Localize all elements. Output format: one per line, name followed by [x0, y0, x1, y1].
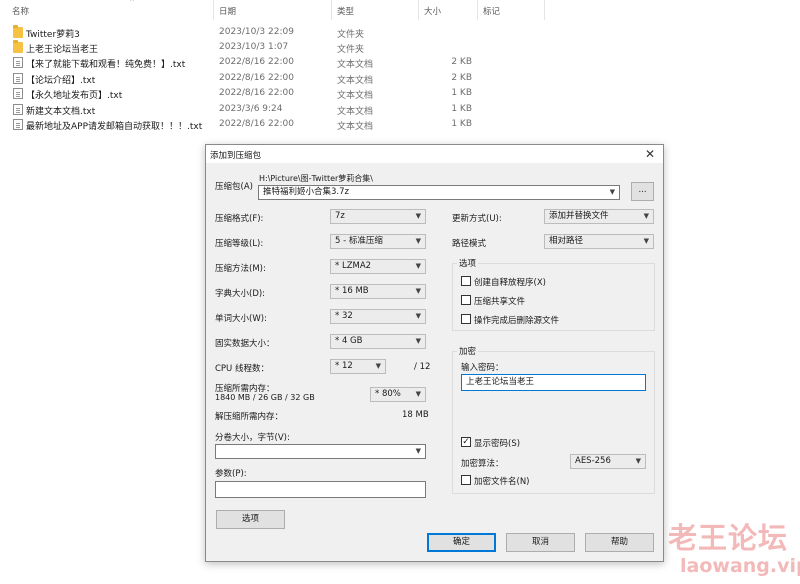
help-button[interactable]: 帮助 — [585, 533, 654, 552]
folder-icon — [13, 40, 23, 53]
dialog-titlebar[interactable]: 添加到压缩包 ✕ — [206, 145, 663, 163]
chevron-down-icon: ▼ — [415, 237, 421, 245]
mem-detail: 1840 MB / 26 GB / 32 GB — [215, 393, 315, 402]
dialog-title: 添加到压缩包 — [210, 151, 262, 161]
column-date[interactable]: 日期 — [219, 5, 236, 17]
pathmode-select[interactable]: 相对路径 ▼ — [544, 234, 654, 249]
update-select[interactable]: 添加并替换文件 ▼ — [544, 209, 654, 224]
word-select[interactable]: * 32 ▼ — [330, 309, 426, 324]
archive-path: H:\Picture\图-Twitter萝莉合集\ — [259, 174, 374, 183]
chevron-down-icon: ▼ — [415, 212, 421, 220]
show-password-checkbox[interactable]: ✓ — [461, 437, 471, 447]
shared-checkbox[interactable] — [461, 295, 471, 305]
password-label: 输入密码： — [461, 363, 504, 373]
watermark-text-en: laowang.vip — [680, 555, 800, 577]
cancel-button[interactable]: 取消 — [506, 533, 575, 552]
text-file-icon — [13, 88, 23, 99]
list-item[interactable]: 【永久地址发布页】.txt 2022/8/16 22:00 文本文档 1 KB — [0, 86, 545, 101]
solid-select[interactable]: * 4 GB ▼ — [330, 334, 426, 349]
archive-name-combo[interactable]: 推特福利姬小合集3.7z ▼ — [258, 185, 620, 200]
password-input[interactable]: 上老王论坛当老王 — [461, 374, 646, 391]
format-select[interactable]: 7z ▼ — [330, 209, 426, 224]
list-item[interactable]: 【来了就能下载和观看！纯免费！】.txt 2022/8/16 22:00 文本文… — [0, 55, 545, 70]
text-file-icon — [13, 104, 23, 115]
column-name[interactable]: 名称 — [12, 5, 29, 17]
encryption-group-title: 加密 — [457, 345, 479, 357]
archive-label: 压缩包(A) — [215, 182, 253, 192]
enc-method-select[interactable]: AES-256 ▼ — [570, 454, 646, 469]
chevron-down-icon: ▼ — [375, 362, 381, 370]
list-item[interactable]: 【论坛介绍】.txt 2022/8/16 22:00 文本文档 2 KB — [0, 71, 545, 86]
chevron-down-icon: ▼ — [415, 337, 421, 345]
chevron-down-icon: ▼ — [635, 457, 641, 465]
split-size-combo[interactable]: ▼ — [215, 444, 426, 459]
column-tags[interactable]: 标记 — [483, 5, 500, 17]
text-file-icon — [13, 57, 23, 68]
encrypt-names-label: 加密文件名(N) — [474, 477, 530, 487]
update-label: 更新方式(U): — [452, 214, 502, 224]
format-label: 压缩格式(F): — [215, 214, 264, 224]
list-item[interactable]: 新建文本文档.txt 2023/3/6 9:24 文本文档 1 KB — [0, 102, 545, 117]
list-item[interactable]: 最新地址及APP请发邮箱自动获取！！！.txt 2022/8/16 22:00 … — [0, 117, 545, 132]
delete-after-label: 操作完成后删除源文件 — [474, 316, 560, 326]
list-item[interactable]: Twitter萝莉3 2023/10/3 22:09 文件夹 — [0, 25, 545, 40]
delete-after-checkbox[interactable] — [461, 314, 471, 324]
chevron-down-icon: ▼ — [415, 390, 421, 398]
text-file-icon — [13, 119, 23, 130]
file-explorer: ⌃ 名称 日期 类型 大小 标记 Twitter萝莉3 2023/10/3 22… — [0, 0, 800, 140]
watermark-text-cn: 老王论坛 — [668, 521, 789, 555]
params-label: 参数(P): — [215, 469, 247, 479]
chevron-down-icon: ▼ — [415, 262, 421, 270]
options-button[interactable]: 选项 — [216, 510, 285, 529]
chevron-down-icon: ▼ — [609, 188, 615, 196]
sfx-label: 创建自释放程序(X) — [474, 278, 546, 288]
column-size[interactable]: 大小 — [424, 5, 441, 17]
chevron-down-icon: ▼ — [643, 212, 649, 220]
chevron-down-icon: ▼ — [415, 287, 421, 295]
level-label: 压缩等级(L): — [215, 239, 264, 249]
params-input[interactable] — [215, 481, 426, 498]
chevron-down-icon: ▼ — [415, 447, 421, 455]
shared-label: 压缩共享文件 — [474, 297, 526, 307]
list-item[interactable]: 上老王论坛当老王 2023/10/3 1:07 文件夹 — [0, 40, 545, 55]
mem-select[interactable]: * 80% ▼ — [370, 387, 426, 402]
show-password-label: 显示密码(S) — [474, 439, 521, 449]
cpu-total: / 12 — [414, 362, 431, 372]
browse-button[interactable]: ... — [631, 182, 654, 201]
decomp-value: 18 MB — [402, 410, 429, 420]
dict-label: 字典大小(D): — [215, 289, 266, 299]
options-group-title: 选项 — [457, 257, 479, 269]
enc-method-label: 加密算法： — [461, 459, 504, 469]
close-icon[interactable]: ✕ — [637, 145, 663, 163]
method-label: 压缩方法(M): — [215, 264, 266, 274]
ok-button[interactable]: 确定 — [427, 533, 496, 552]
pathmode-label: 路径模式 — [452, 239, 487, 249]
add-to-archive-dialog: 添加到压缩包 ✕ 压缩包(A) H:\Picture\图-Twitter萝莉合集… — [205, 144, 664, 562]
column-header: ⌃ 名称 日期 类型 大小 标记 — [0, 0, 545, 20]
text-file-icon — [13, 73, 23, 84]
chevron-down-icon: ▼ — [643, 237, 649, 245]
dict-select[interactable]: * 16 MB ▼ — [330, 284, 426, 299]
sfx-checkbox[interactable] — [461, 276, 471, 286]
method-select[interactable]: * LZMA2 ▼ — [330, 259, 426, 274]
level-select[interactable]: 5 - 标准压缩 ▼ — [330, 234, 426, 249]
sort-up-icon: ⌃ — [128, 0, 136, 8]
encrypt-names-checkbox[interactable] — [461, 475, 471, 485]
split-label: 分卷大小，字节(V): — [215, 433, 290, 443]
folder-icon — [13, 25, 23, 38]
solid-label: 固实数据大小： — [215, 339, 275, 349]
chevron-down-icon: ▼ — [415, 312, 421, 320]
word-label: 单词大小(W): — [215, 314, 267, 324]
cpu-label: CPU 线程数： — [215, 364, 269, 374]
cpu-select[interactable]: * 12 ▼ — [330, 359, 386, 374]
decomp-label: 解压缩所需内存： — [215, 412, 284, 422]
column-type[interactable]: 类型 — [337, 5, 354, 17]
